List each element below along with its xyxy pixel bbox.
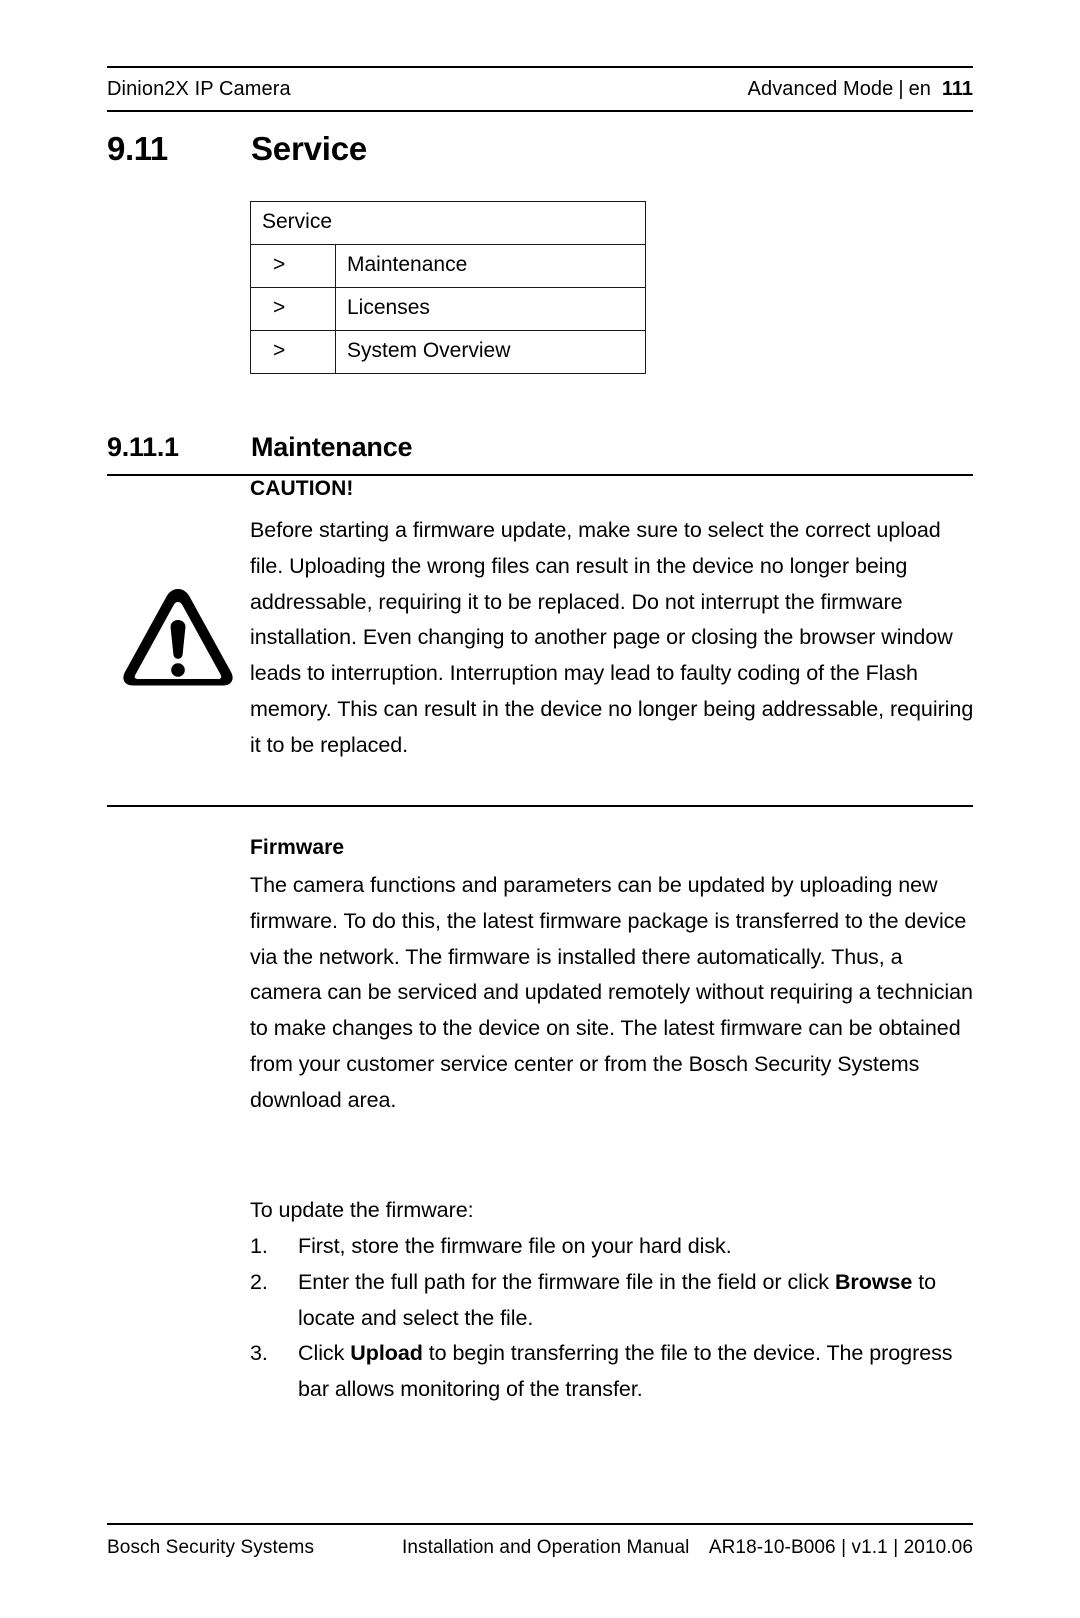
footer-rule [107,1523,973,1525]
caution-top-rule [107,474,973,476]
browse-button-term: Browse [834,1269,913,1294]
list-item-marker: 1. [250,1234,268,1258]
header-document-title: Dinion2X IP Camera [107,77,291,100]
nav-item-licenses[interactable]: Licenses [335,287,646,331]
firmware-heading: Firmware [250,836,345,859]
list-item: 3. Click Upload to begin transferring th… [250,1336,978,1408]
warning-triangle-icon [118,583,238,688]
upload-button-term: Upload [350,1341,423,1366]
nav-arrow-icon: > [250,330,336,374]
section-heading: 9.11 Service [107,130,973,168]
caution-title: CAUTION! [250,477,354,500]
step-text-before: Enter the full path for the firmware fil… [298,1269,835,1294]
firmware-steps-list: 1. First, store the firmware file on you… [250,1229,978,1408]
list-item-text: Enter the full path for the firmware fil… [298,1265,978,1337]
caution-block: CAUTION! Before starting a firmware upda… [250,478,978,764]
nav-table-header-label: Service [250,201,646,245]
subsection-heading: 9.11.1 Maintenance [107,432,973,463]
footer-manual-title: Installation and Operation Manual [402,1537,690,1558]
list-item-text: Click Upload to begin transferring the f… [298,1336,978,1408]
header-language-label: en [908,77,931,100]
section-title: Service [251,130,368,167]
list-item-marker: 3. [250,1341,268,1366]
page-header: Dinion2X IP Camera Advanced Mode | en 11… [107,66,973,116]
table-row-header: Service [250,201,646,245]
table-row[interactable]: > System Overview [250,330,646,374]
subsection-title: Maintenance [251,432,413,462]
footer-document-id: AR18-10-B006 | v1.1 | 2010.06 [708,1537,973,1558]
document-page: Dinion2X IP Camera Advanced Mode | en 11… [0,0,1080,1618]
footer-company: Bosch Security Systems [107,1537,315,1558]
nav-arrow-icon: > [250,287,336,331]
nav-arrow-icon: > [250,244,336,288]
list-item: 1. First, store the firmware file on you… [250,1229,978,1265]
nav-item-maintenance[interactable]: Maintenance [335,244,646,288]
header-meta: Advanced Mode | en 111 [748,78,973,101]
table-row[interactable]: > Maintenance [250,244,646,288]
header-separator: | [898,77,904,100]
page-footer: Bosch Security Systems Installation and … [107,1533,973,1563]
header-mode-label: Advanced Mode [747,77,894,100]
header-page-number: 111 [941,77,973,100]
service-nav-table: Service > Maintenance > Licenses > Syste… [250,201,646,374]
list-item-text: First, store the firmware file on your h… [298,1229,978,1265]
caution-text: Before starting a firmware update, make … [250,518,974,757]
table-row[interactable]: > Licenses [250,287,646,331]
caution-bottom-rule [107,805,973,807]
update-firmware-lead: To update the firmware: [250,1198,474,1222]
firmware-paragraph: The camera functions and parameters can … [250,873,973,1112]
step-text-before: First, store the firmware file on your h… [298,1234,732,1258]
nav-item-system-overview[interactable]: System Overview [335,330,646,374]
list-item: 2. Enter the full path for the firmware … [250,1265,978,1337]
step-text-before: Click [298,1341,351,1366]
subsection-number: 9.11.1 [107,432,179,462]
list-item-marker: 2. [250,1269,268,1294]
section-number: 9.11 [107,130,168,167]
header-bottom-rule [107,110,973,112]
